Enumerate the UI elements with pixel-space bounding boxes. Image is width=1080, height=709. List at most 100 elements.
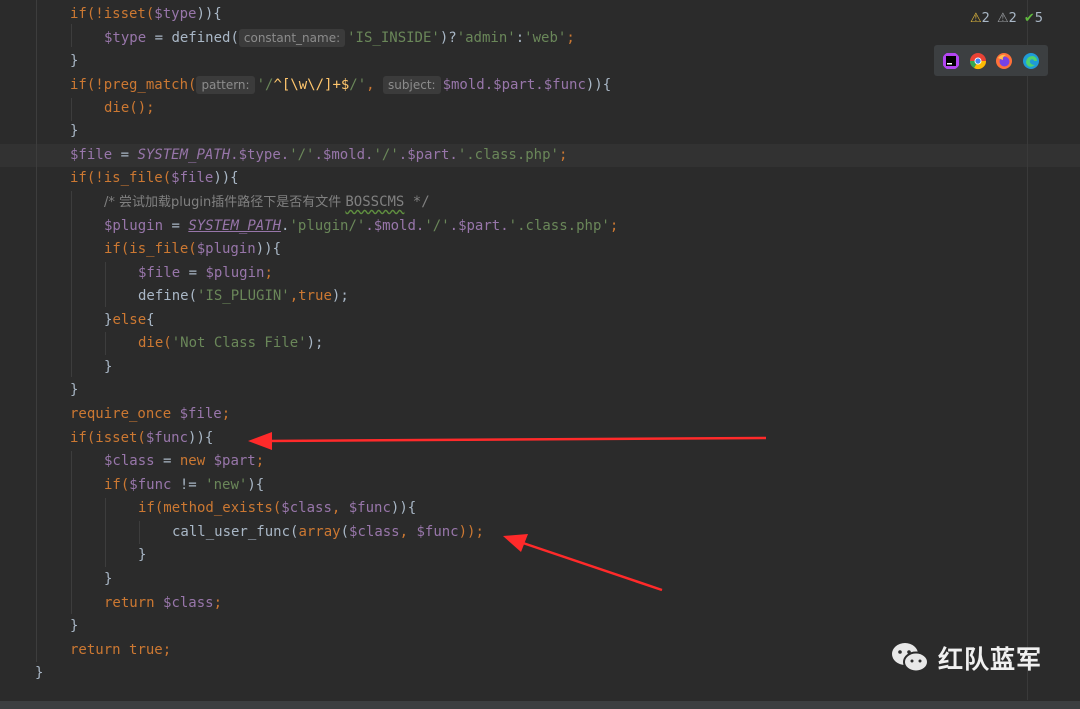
inspection-widget[interactable]: ⚠2 ⚠2 ✔5 [970,8,1043,28]
token: /' [349,77,367,93]
token: ; [558,147,568,163]
token: '/' [289,147,315,163]
token: true [129,642,163,658]
token: )){ [196,6,222,22]
phpstorm-icon[interactable] [942,52,960,70]
token: true [298,288,332,304]
code-line: if(!isset($type)){ [70,3,222,26]
code-line: $file = $plugin; [138,262,273,285]
token: if(method_exists( [138,500,282,516]
token: = [163,218,189,234]
warning-count-yellow[interactable]: ⚠2 [970,11,990,26]
check-icon: ✔ [1023,10,1035,26]
token: '.class.php' [457,147,559,163]
param-hint: subject: [383,76,441,94]
token: = defined( [146,30,239,46]
edge-icon[interactable] [1022,52,1040,70]
chrome-icon[interactable] [969,52,987,70]
token: ; [213,595,223,611]
code-line: $type = defined(constant_name: 'IS_INSIDE… [104,27,575,50]
code-comment: /* 尝试加载plugin插件路径下是否有文件 BOSSCMS */ [104,191,430,214]
token: $class [104,453,155,469]
token: ( [340,524,350,540]
typo-count[interactable]: ✔5 [1024,11,1043,26]
token: : [515,30,525,46]
token: $file [171,170,214,186]
token: return [104,595,164,611]
token: SYSTEM_PATH [137,147,231,163]
token: 'Not Class File' [171,335,307,351]
token: if( [104,477,130,493]
token: $file [179,406,222,422]
code-line: if(method_exists($class, $func)){ [138,497,416,520]
token: $plugin [205,265,265,281]
code-line: $file = SYSTEM_PATH.$type.'/'.$mold.'/'.… [70,144,567,167]
token: $part [213,453,256,469]
indent-guide [71,24,72,47]
token: '/ [256,77,274,93]
indent-guide [71,98,72,121]
token: { [146,312,155,328]
token: $type [154,6,197,22]
browser-preview-toolbar [934,45,1048,76]
token: new [179,453,214,469]
token: .$mold. [314,147,374,163]
token: if(!preg_match( [70,77,197,93]
code-line: if(is_file($plugin)){ [104,238,281,261]
indent-guide [139,521,140,544]
token: ){ [247,477,265,493]
token: 'web' [524,30,567,46]
token: call_user_func( [172,524,299,540]
token: if(isset( [70,430,146,446]
token: ); [306,335,324,351]
code-line: } [70,123,79,139]
token: '/' [373,147,399,163]
code-line: } [35,665,44,681]
token: != [171,477,206,493]
horizontal-scrollbar[interactable] [0,701,1080,709]
code-line: } [70,382,79,398]
token: define( [138,288,198,304]
annotation-arrow [248,432,767,450]
token: ; [566,30,575,46]
token: $class [281,500,332,516]
token: return [70,642,130,658]
code-line: $plugin = SYSTEM_PATH.'plugin/'.$mold.'/… [104,215,618,238]
code-line: } [70,53,79,69]
token: , [399,524,417,540]
token: $func [145,430,189,446]
firefox-icon[interactable] [995,52,1013,70]
token: = [180,265,206,281]
token: .$part. [449,218,509,234]
token: SYSTEM_PATH [188,218,282,234]
token: array [298,524,341,540]
warning-icon: ⚠ [970,10,982,26]
code-line: die(); [104,100,155,116]
token: else [112,312,147,328]
token: )); [458,524,484,540]
token: )){ [188,430,214,446]
code-line: } [104,359,113,375]
code-line: } [70,618,79,634]
token: $mold.$part.$func [442,77,586,93]
code-line: } [104,571,113,587]
code-line: $class = new $part; [104,450,264,473]
token: $type [104,30,147,46]
code-line: if(!preg_match(pattern: '/^[\w\/]+$/', su… [70,74,611,97]
token: 'plugin/' [289,218,366,234]
token: .$mold. [365,218,425,234]
warning-count-gray[interactable]: ⚠2 [997,11,1017,26]
token: )){ [213,170,239,186]
token: ); [331,288,349,304]
count: 2 [981,10,990,26]
count: 5 [1034,10,1044,26]
param-hint: constant_name: [238,29,346,47]
token: $file [138,265,181,281]
token: , [289,288,299,304]
param-hint: pattern: [196,76,255,94]
token: 'admin' [456,30,516,46]
code-line: }else{ [104,309,155,332]
token: = [112,147,138,163]
token: $class [349,524,400,540]
token: $func [129,477,172,493]
